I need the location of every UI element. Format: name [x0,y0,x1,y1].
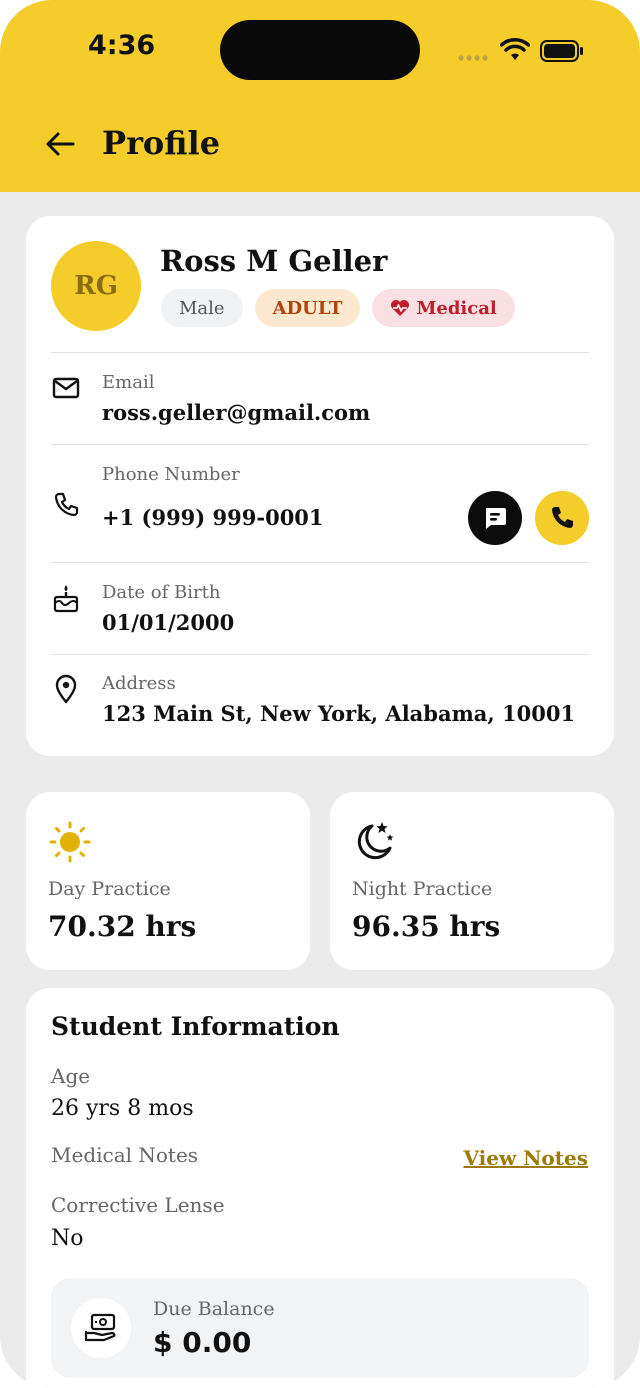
cake-icon [51,583,81,613]
due-balance-value: $ 0.00 [153,1326,252,1359]
divider [51,352,589,353]
due-balance-label: Due Balance [153,1298,275,1320]
dob-value: 01/01/2000 [102,610,235,635]
sun-icon [48,820,92,868]
corrective-lense-label: Corrective Lense [51,1193,225,1217]
moon-stars-icon [352,820,396,868]
signal-icon [458,55,488,61]
night-practice-value: 96.35 hrs [352,910,501,943]
phone-value: +1 (999) 999-0001 [102,505,324,530]
address-label: Address [102,673,176,694]
cash-hand-icon [71,1298,131,1358]
student-name: Ross M Geller [160,244,388,278]
age-label: Age [51,1064,91,1088]
gender-chip: Male [161,289,243,327]
battery-icon [540,40,583,62]
divider [51,444,589,445]
address-value: 123 Main St, New York, Alabama, 10001 [102,701,576,726]
wifi-icon [500,38,530,60]
corrective-lense-value: No [51,1226,84,1251]
email-label: Email [102,372,155,393]
heart-pulse-icon [391,300,410,316]
day-practice-value: 70.32 hrs [48,910,197,943]
dob-label: Date of Birth [102,582,221,603]
call-icon [552,507,573,528]
phone-icon [51,490,81,520]
medical-chip-label: Medical [416,297,497,319]
message-button[interactable] [468,491,522,545]
profile-card: RG Ross M Geller Male ADULT Medical Emai… [26,216,614,756]
back-button[interactable] [40,124,80,164]
location-pin-icon [51,674,81,704]
night-practice-label: Night Practice [352,878,493,900]
mail-icon [51,373,81,403]
profile-chips: Male ADULT Medical [161,289,515,327]
page-title: Profile [102,124,221,162]
due-balance-box: Due Balance $ 0.00 [51,1278,589,1378]
avatar: RG [51,241,141,331]
view-notes-link[interactable]: View Notes [463,1146,588,1170]
divider [51,562,589,563]
call-button[interactable] [535,491,589,545]
chat-icon [486,508,506,529]
student-info-card: Student Information Age 26 yrs 8 mos Med… [26,988,614,1388]
age-value: 26 yrs 8 mos [51,1096,194,1121]
medical-chip: Medical [372,289,515,327]
phone-label: Phone Number [102,464,240,485]
medical-notes-label: Medical Notes [51,1143,199,1167]
divider [51,654,589,655]
phone-screen: 4:36 Profile RG Ross M Geller Male ADULT… [0,0,640,1388]
back-arrow-icon [46,132,75,156]
age-group-chip-label: ADULT [272,297,343,319]
app-header: 4:36 Profile [0,0,640,192]
day-practice-card: Day Practice 70.32 hrs [26,792,310,970]
status-time: 4:36 [88,30,156,61]
dynamic-island [220,20,420,80]
email-value: ross.geller@gmail.com [102,400,371,425]
age-group-chip: ADULT [254,289,361,327]
gender-chip-label: Male [179,297,225,319]
section-title: Student Information [51,1012,340,1041]
day-practice-label: Day Practice [48,878,171,900]
night-practice-card: Night Practice 96.35 hrs [330,792,614,970]
